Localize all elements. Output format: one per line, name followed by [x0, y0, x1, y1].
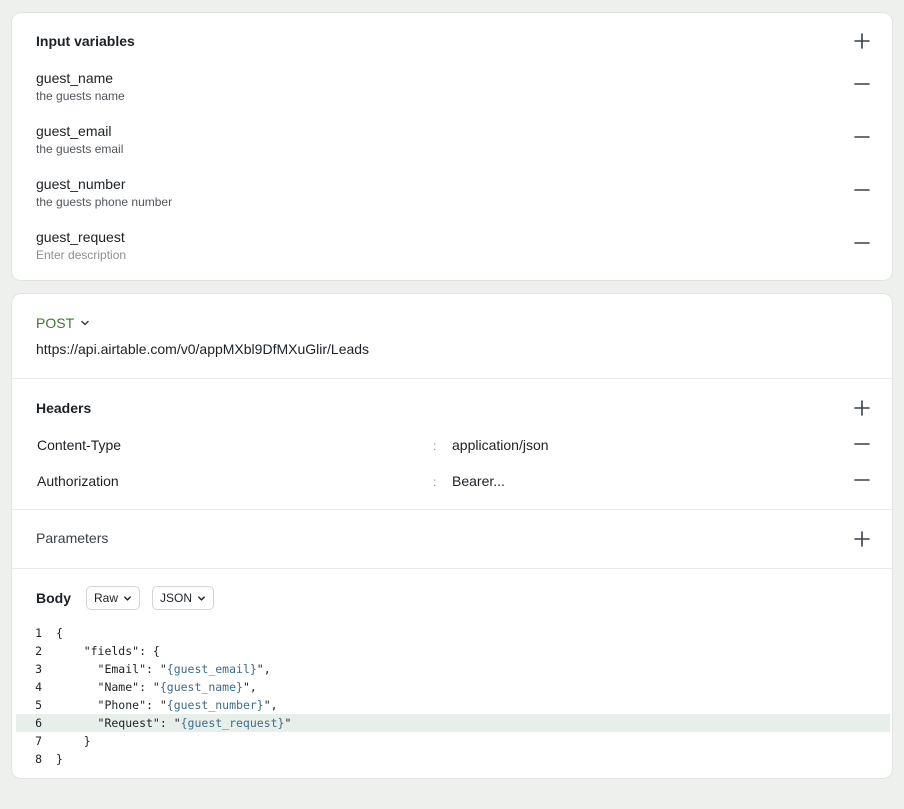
header-key-input[interactable]: Authorization: [37, 473, 119, 489]
minus-icon: [854, 83, 870, 85]
remove-variable-button[interactable]: [853, 128, 871, 146]
minus-icon: [854, 479, 870, 481]
add-variable-button[interactable]: [853, 32, 871, 50]
remove-header-button[interactable]: [853, 435, 871, 453]
remove-header-button[interactable]: [853, 471, 871, 489]
code-line[interactable]: 2 "fields": {: [16, 642, 890, 660]
variable-name[interactable]: guest_email: [36, 123, 112, 139]
remove-variable-button[interactable]: [853, 181, 871, 199]
add-header-button[interactable]: [853, 399, 871, 417]
remove-variable-button[interactable]: [853, 234, 871, 252]
body-mode-value: Raw: [94, 591, 119, 605]
plus-icon: [854, 400, 870, 416]
divider: [12, 509, 892, 510]
code-line[interactable]: 5 "Phone": " {guest_number} ",: [16, 696, 890, 714]
header-separator: :: [433, 439, 437, 453]
code-text: "Email": ": [56, 662, 167, 676]
code-line[interactable]: 4 "Name": " {guest_name} ",: [16, 678, 890, 696]
line-number: 6: [35, 716, 42, 730]
variable-description-input[interactable]: Enter description: [36, 248, 126, 262]
code-text: {: [56, 626, 63, 640]
header-separator: :: [433, 475, 437, 489]
code-line[interactable]: 1{: [16, 624, 890, 642]
code-text: "Phone": ": [56, 698, 167, 712]
code-text: ",: [256, 662, 271, 676]
plus-icon: [854, 33, 870, 49]
method-label: POST: [36, 315, 75, 331]
code-line[interactable]: 6 "Request": " {guest_request} ": [16, 714, 890, 732]
line-number: 5: [35, 698, 42, 712]
variable-description[interactable]: the guests name: [36, 89, 125, 103]
minus-icon: [854, 189, 870, 191]
header-key-input[interactable]: Content-Type: [37, 437, 121, 453]
code-line[interactable]: 7 }: [16, 732, 890, 750]
divider: [12, 378, 892, 379]
code-text: }: [56, 734, 91, 748]
minus-icon: [854, 136, 870, 138]
chevron-down-icon: [124, 595, 131, 601]
request-card: POST https://api.airtable.com/v0/appMXbl…: [11, 293, 893, 779]
plus-icon: [854, 531, 870, 547]
method-select[interactable]: POST: [36, 315, 90, 331]
remove-variable-button[interactable]: [853, 75, 871, 93]
code-text: ": [284, 716, 292, 730]
code-variable-token: {guest_email}: [166, 662, 257, 676]
line-number: 2: [35, 644, 42, 658]
code-text: "Name": ": [56, 680, 160, 694]
line-number: 1: [35, 626, 42, 640]
code-variable-token: {guest_number}: [166, 698, 264, 712]
divider: [12, 568, 892, 569]
code-line[interactable]: 3 "Email": " {guest_email} ",: [16, 660, 890, 678]
variable-description[interactable]: the guests phone number: [36, 195, 172, 209]
code-line[interactable]: 8}: [16, 750, 890, 768]
code-text: ",: [242, 680, 257, 694]
header-value-input[interactable]: Bearer...: [452, 473, 505, 489]
code-text: "Request": ": [56, 716, 181, 730]
headers-title: Headers: [36, 400, 92, 416]
add-parameter-button[interactable]: [853, 530, 871, 548]
variable-description[interactable]: the guests email: [36, 142, 123, 156]
body-title: Body: [36, 590, 71, 606]
code-variable-token: {guest_name}: [159, 680, 243, 694]
minus-icon: [854, 443, 870, 445]
minus-icon: [854, 242, 870, 244]
code-variable-token: {guest_request}: [180, 716, 285, 730]
header-value-input[interactable]: application/json: [452, 437, 549, 453]
chevron-down-icon: [198, 595, 205, 601]
line-number: 3: [35, 662, 42, 676]
input-variables-title: Input variables: [36, 33, 135, 49]
input-variables-card: Input variables guest_name the guests na…: [11, 12, 893, 281]
code-text: }: [56, 752, 63, 766]
variable-name[interactable]: guest_name: [36, 70, 113, 86]
line-number: 8: [35, 752, 42, 766]
code-text: "fields": {: [56, 644, 160, 658]
line-number: 4: [35, 680, 42, 694]
parameters-title: Parameters: [36, 530, 109, 546]
chevron-down-icon: [81, 320, 89, 326]
body-format-value: JSON: [160, 591, 193, 605]
url-input[interactable]: https://api.airtable.com/v0/appMXbl9DfMX…: [36, 341, 369, 357]
variable-name[interactable]: guest_request: [36, 229, 125, 245]
code-editor[interactable]: 1{2 "fields": {3 "Email": " {guest_email}…: [16, 624, 890, 768]
code-text: ",: [263, 698, 278, 712]
variable-name[interactable]: guest_number: [36, 176, 126, 192]
body-format-select[interactable]: JSON: [152, 586, 215, 610]
line-number: 7: [35, 734, 42, 748]
body-mode-select[interactable]: Raw: [86, 586, 141, 610]
